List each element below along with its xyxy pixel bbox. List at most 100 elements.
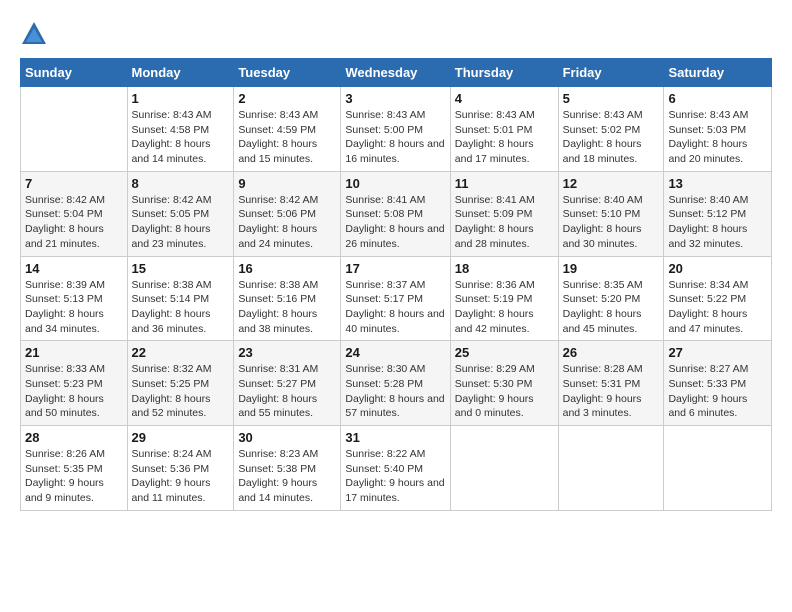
day-number: 12 — [563, 176, 660, 191]
calendar-cell: 9 Sunrise: 8:42 AMSunset: 5:06 PMDaylight… — [234, 171, 341, 256]
day-number: 22 — [132, 345, 230, 360]
day-info: Sunrise: 8:43 AMSunset: 5:01 PMDaylight:… — [455, 108, 554, 167]
day-info: Sunrise: 8:28 AMSunset: 5:31 PMDaylight:… — [563, 362, 660, 421]
day-number: 7 — [25, 176, 123, 191]
page-header — [20, 20, 772, 48]
day-info: Sunrise: 8:31 AMSunset: 5:27 PMDaylight:… — [238, 362, 336, 421]
day-number: 14 — [25, 261, 123, 276]
calendar-cell: 19 Sunrise: 8:35 AMSunset: 5:20 PMDayligh… — [558, 256, 664, 341]
day-info: Sunrise: 8:40 AMSunset: 5:12 PMDaylight:… — [668, 193, 767, 252]
calendar-cell: 27Sunrise: 8:27 AMSunset: 5:33 PMDayligh… — [664, 341, 772, 426]
day-info: Sunrise: 8:26 AMSunset: 5:35 PMDaylight:… — [25, 447, 123, 506]
day-number: 16 — [238, 261, 336, 276]
day-info: Sunrise: 8:29 AMSunset: 5:30 PMDaylight:… — [455, 362, 554, 421]
calendar-week-row: 28Sunrise: 8:26 AMSunset: 5:35 PMDayligh… — [21, 426, 772, 511]
weekday-header: Friday — [558, 59, 664, 87]
calendar-cell — [558, 426, 664, 511]
weekday-header: Thursday — [450, 59, 558, 87]
calendar-cell — [21, 87, 128, 172]
calendar-cell: 14Sunrise: 8:39 AMSunset: 5:13 PMDayligh… — [21, 256, 128, 341]
logo-icon — [20, 20, 48, 48]
calendar-cell: 24 Sunrise: 8:30 AMSunset: 5:28 PMDayligh… — [341, 341, 450, 426]
day-number: 1 — [132, 91, 230, 106]
day-number: 13 — [668, 176, 767, 191]
calendar-cell: 10 Sunrise: 8:41 AMSunset: 5:08 PMDayligh… — [341, 171, 450, 256]
day-number: 20 — [668, 261, 767, 276]
calendar-week-row: 14Sunrise: 8:39 AMSunset: 5:13 PMDayligh… — [21, 256, 772, 341]
day-number: 10 — [345, 176, 445, 191]
day-number: 19 — [563, 261, 660, 276]
day-number: 23 — [238, 345, 336, 360]
day-number: 29 — [132, 430, 230, 445]
day-info: Sunrise: 8:34 AMSunset: 5:22 PMDaylight:… — [668, 278, 767, 337]
day-number: 3 — [345, 91, 445, 106]
day-info: Sunrise: 8:32 AMSunset: 5:25 PMDaylight:… — [132, 362, 230, 421]
calendar-cell: 8 Sunrise: 8:42 AMSunset: 5:05 PMDaylight… — [127, 171, 234, 256]
weekday-header: Saturday — [664, 59, 772, 87]
calendar-cell: 22 Sunrise: 8:32 AMSunset: 5:25 PMDayligh… — [127, 341, 234, 426]
calendar-cell: 21 Sunrise: 8:33 AMSunset: 5:23 PMDayligh… — [21, 341, 128, 426]
calendar-cell: 11 Sunrise: 8:41 AMSunset: 5:09 PMDayligh… — [450, 171, 558, 256]
weekday-header: Tuesday — [234, 59, 341, 87]
day-info: Sunrise: 8:42 AMSunset: 5:06 PMDaylight:… — [238, 193, 336, 252]
day-info: Sunrise: 8:43 AMSunset: 5:03 PMDaylight:… — [668, 108, 767, 167]
day-info: Sunrise: 8:43 AMSunset: 5:02 PMDaylight:… — [563, 108, 660, 167]
day-info: Sunrise: 8:27 AMSunset: 5:33 PMDaylight:… — [668, 362, 767, 421]
day-info: Sunrise: 8:36 AMSunset: 5:19 PMDaylight:… — [455, 278, 554, 337]
day-info: Sunrise: 8:22 AMSunset: 5:40 PMDaylight:… — [345, 447, 445, 506]
calendar-cell: 25 Sunrise: 8:29 AMSunset: 5:30 PMDayligh… — [450, 341, 558, 426]
calendar-cell: 30Sunrise: 8:23 AMSunset: 5:38 PMDayligh… — [234, 426, 341, 511]
calendar-week-row: 21 Sunrise: 8:33 AMSunset: 5:23 PMDayligh… — [21, 341, 772, 426]
day-number: 21 — [25, 345, 123, 360]
calendar-cell — [664, 426, 772, 511]
day-info: Sunrise: 8:40 AMSunset: 5:10 PMDaylight:… — [563, 193, 660, 252]
day-number: 5 — [563, 91, 660, 106]
day-info: Sunrise: 8:24 AMSunset: 5:36 PMDaylight:… — [132, 447, 230, 506]
day-info: Sunrise: 8:35 AMSunset: 5:20 PMDaylight:… — [563, 278, 660, 337]
calendar-cell: 29 Sunrise: 8:24 AMSunset: 5:36 PMDayligh… — [127, 426, 234, 511]
calendar-week-row: 1 Sunrise: 8:43 AMSunset: 4:58 PMDaylight… — [21, 87, 772, 172]
day-info: Sunrise: 8:30 AMSunset: 5:28 PMDaylight:… — [345, 362, 445, 421]
day-number: 17 — [345, 261, 445, 276]
calendar-cell: 2Sunrise: 8:43 AMSunset: 4:59 PMDaylight… — [234, 87, 341, 172]
calendar-cell: 7Sunrise: 8:42 AMSunset: 5:04 PMDaylight… — [21, 171, 128, 256]
day-number: 6 — [668, 91, 767, 106]
calendar-cell: 12 Sunrise: 8:40 AMSunset: 5:10 PMDayligh… — [558, 171, 664, 256]
day-info: Sunrise: 8:33 AMSunset: 5:23 PMDaylight:… — [25, 362, 123, 421]
calendar-cell: 23 Sunrise: 8:31 AMSunset: 5:27 PMDayligh… — [234, 341, 341, 426]
calendar-cell: 3 Sunrise: 8:43 AMSunset: 5:00 PMDaylight… — [341, 87, 450, 172]
day-info: Sunrise: 8:43 AMSunset: 4:58 PMDaylight:… — [132, 108, 230, 167]
day-info: Sunrise: 8:41 AMSunset: 5:09 PMDaylight:… — [455, 193, 554, 252]
day-number: 15 — [132, 261, 230, 276]
calendar-cell: 16 Sunrise: 8:38 AMSunset: 5:16 PMDayligh… — [234, 256, 341, 341]
day-number: 8 — [132, 176, 230, 191]
weekday-header: Sunday — [21, 59, 128, 87]
calendar-cell: 28Sunrise: 8:26 AMSunset: 5:35 PMDayligh… — [21, 426, 128, 511]
day-info: Sunrise: 8:43 AMSunset: 5:00 PMDaylight:… — [345, 108, 445, 167]
logo — [20, 20, 52, 48]
calendar-cell: 20 Sunrise: 8:34 AMSunset: 5:22 PMDayligh… — [664, 256, 772, 341]
day-info: Sunrise: 8:23 AMSunset: 5:38 PMDaylight:… — [238, 447, 336, 506]
calendar-cell: 4Sunrise: 8:43 AMSunset: 5:01 PMDaylight… — [450, 87, 558, 172]
day-info: Sunrise: 8:38 AMSunset: 5:14 PMDaylight:… — [132, 278, 230, 337]
day-info: Sunrise: 8:41 AMSunset: 5:08 PMDaylight:… — [345, 193, 445, 252]
calendar-cell: 6 Sunrise: 8:43 AMSunset: 5:03 PMDaylight… — [664, 87, 772, 172]
day-info: Sunrise: 8:38 AMSunset: 5:16 PMDaylight:… — [238, 278, 336, 337]
calendar-cell: 26 Sunrise: 8:28 AMSunset: 5:31 PMDayligh… — [558, 341, 664, 426]
calendar-cell: 5 Sunrise: 8:43 AMSunset: 5:02 PMDaylight… — [558, 87, 664, 172]
day-info: Sunrise: 8:37 AMSunset: 5:17 PMDaylight:… — [345, 278, 445, 337]
day-number: 24 — [345, 345, 445, 360]
day-number: 26 — [563, 345, 660, 360]
calendar-cell — [450, 426, 558, 511]
calendar-cell: 15 Sunrise: 8:38 AMSunset: 5:14 PMDayligh… — [127, 256, 234, 341]
day-number: 9 — [238, 176, 336, 191]
calendar-week-row: 7Sunrise: 8:42 AMSunset: 5:04 PMDaylight… — [21, 171, 772, 256]
day-number: 18 — [455, 261, 554, 276]
calendar-table: SundayMondayTuesdayWednesdayThursdayFrid… — [20, 58, 772, 511]
day-info: Sunrise: 8:42 AMSunset: 5:05 PMDaylight:… — [132, 193, 230, 252]
weekday-header: Monday — [127, 59, 234, 87]
day-number: 25 — [455, 345, 554, 360]
day-number: 11 — [455, 176, 554, 191]
day-number: 2 — [238, 91, 336, 106]
calendar-cell: 31Sunrise: 8:22 AMSunset: 5:40 PMDayligh… — [341, 426, 450, 511]
